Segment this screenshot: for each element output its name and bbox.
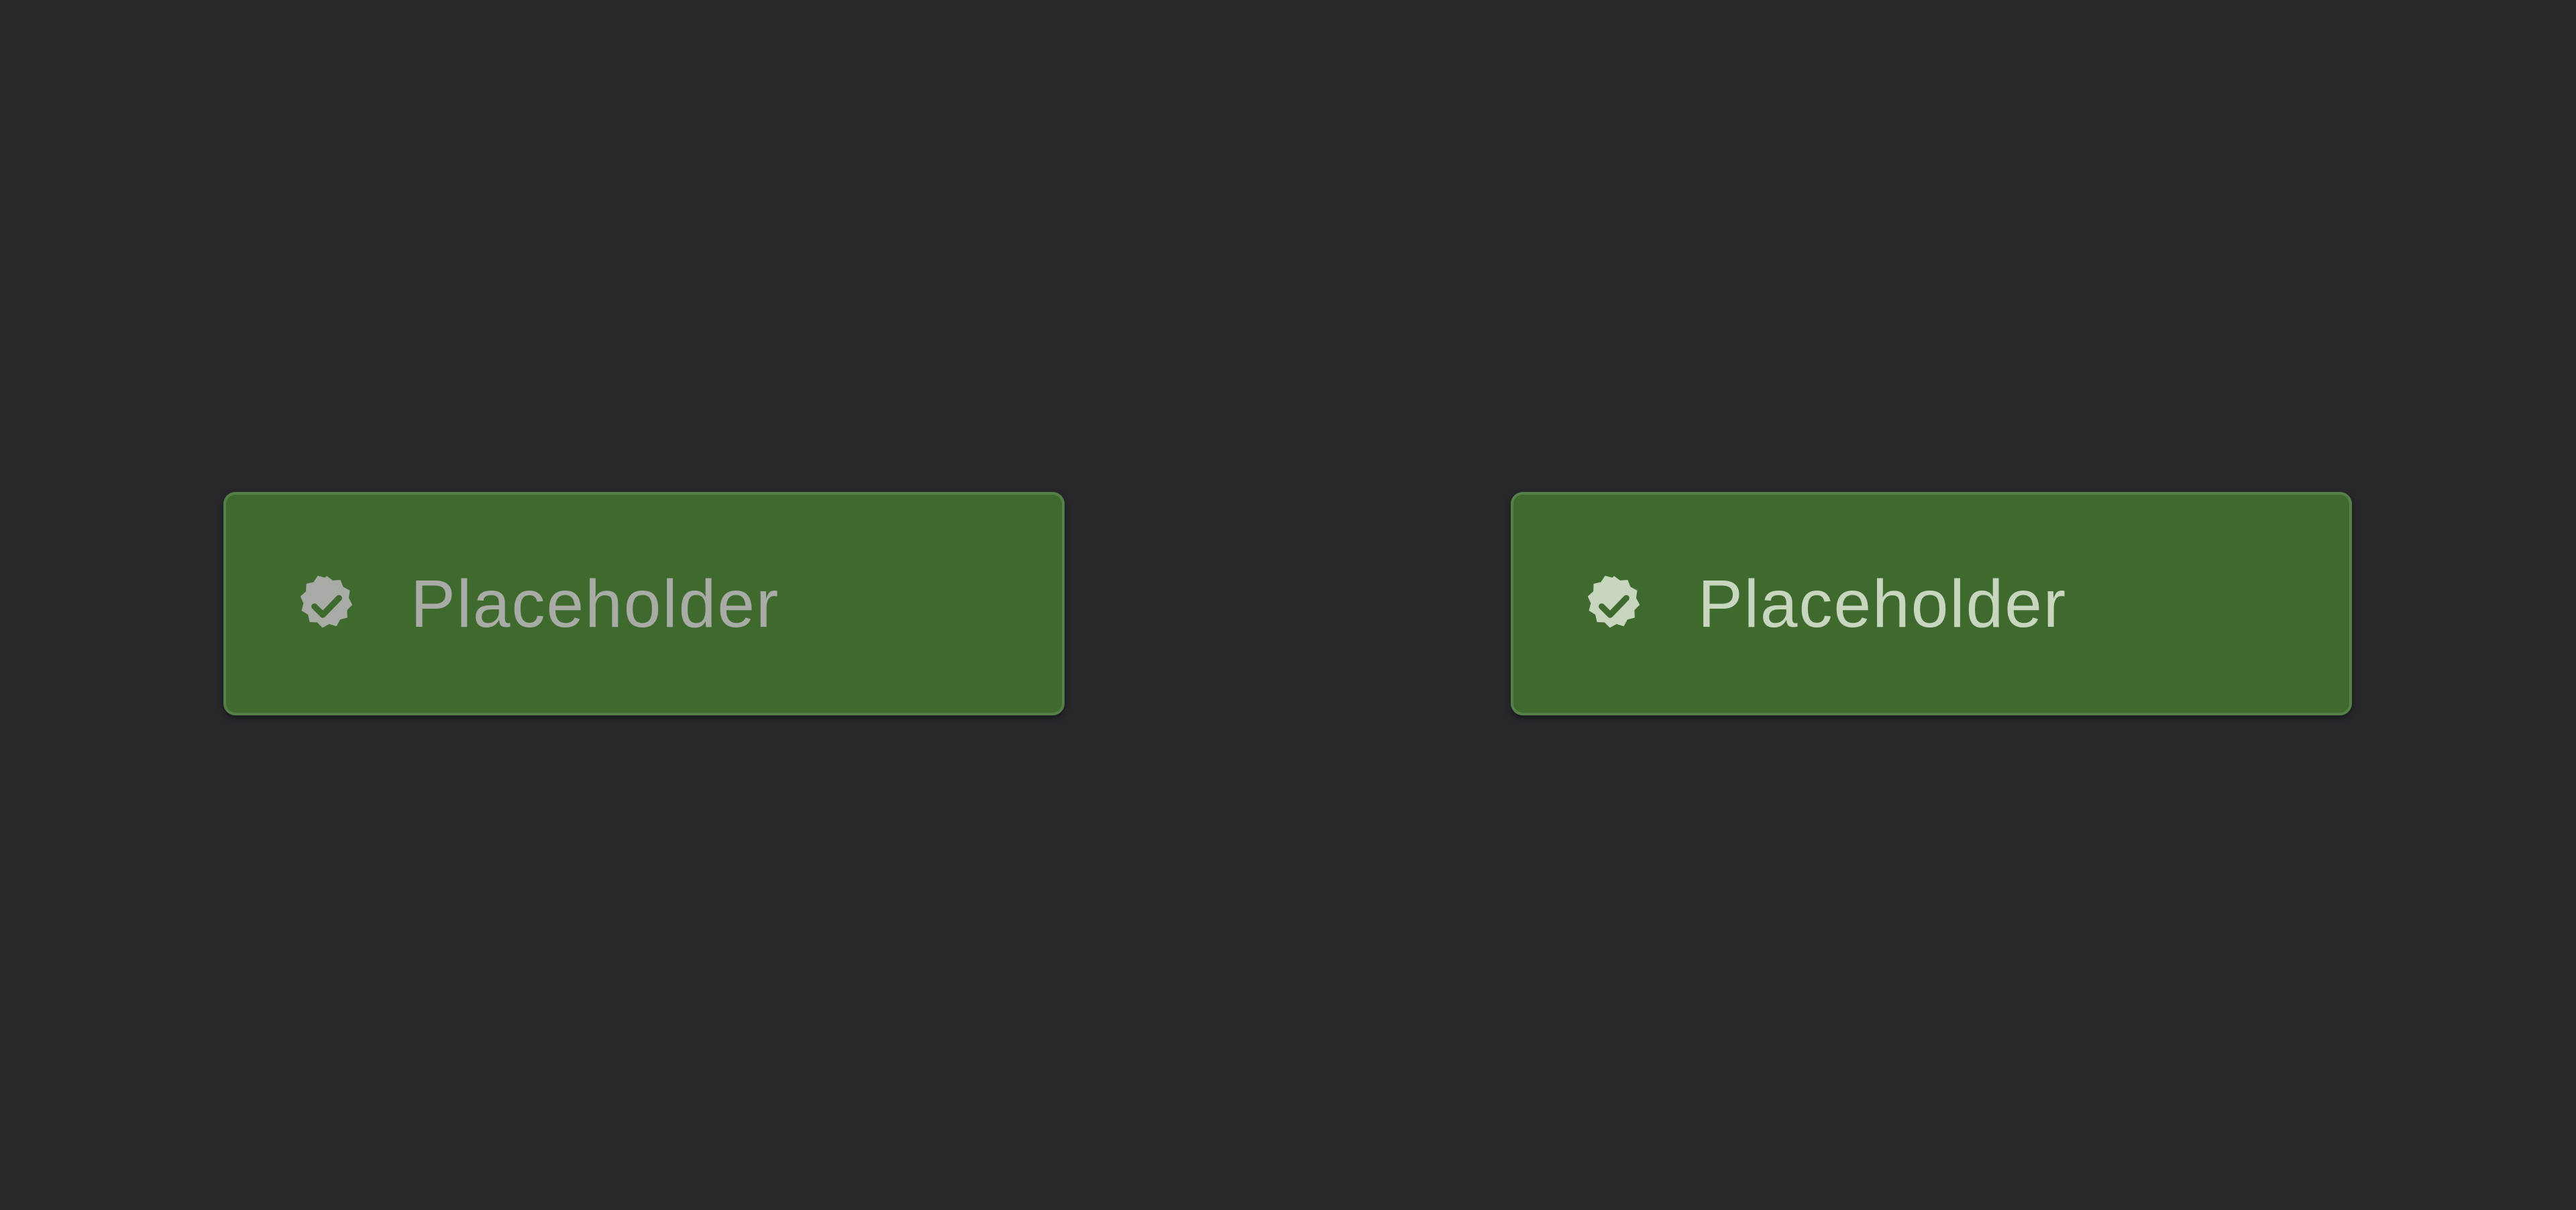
canvas: Placeholder Placeholder: [0, 0, 2576, 1210]
chip-label: Placeholder: [1698, 566, 2068, 642]
verified-badge-icon: [293, 572, 360, 639]
placeholder-chip-disabled[interactable]: Placeholder: [223, 492, 1065, 715]
verified-badge-icon: [1580, 572, 1648, 639]
placeholder-chip-enabled[interactable]: Placeholder: [1511, 492, 2352, 715]
chip-label: Placeholder: [411, 566, 780, 642]
